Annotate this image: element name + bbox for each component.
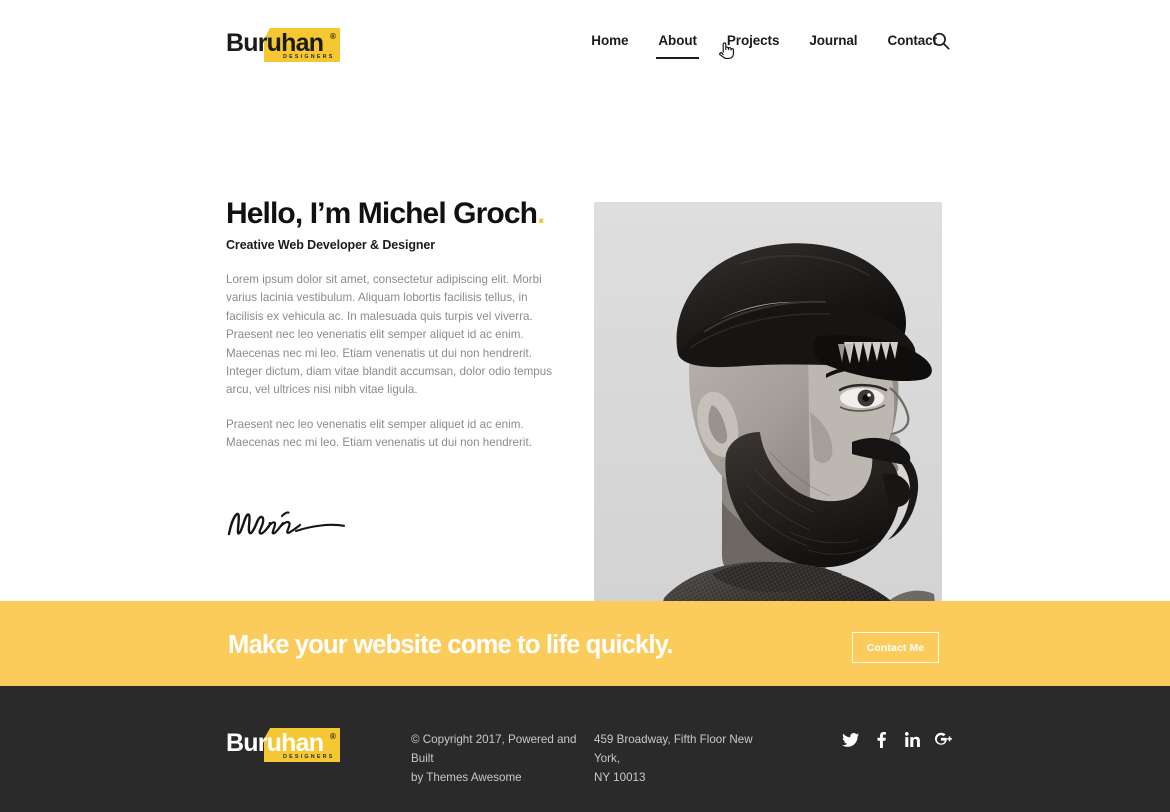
footer-copyright-line-2: by Themes Awesome — [411, 771, 522, 784]
about-paragraph: Lorem ipsum dolor sit amet, consectetur … — [226, 273, 553, 397]
about-section: Hello, I’m Michel Groch. Creative Web De… — [0, 86, 1170, 633]
facebook-icon[interactable] — [873, 730, 890, 749]
footer-copyright-line-1: © Copyright 2017, Powered and Built — [411, 733, 577, 765]
contact-me-button[interactable]: Contact Me — [852, 632, 939, 663]
search-icon[interactable] — [932, 32, 950, 50]
profile-photo — [594, 202, 942, 633]
nav-item-projects[interactable]: Projects — [712, 33, 794, 48]
nav-item-about[interactable]: About — [643, 33, 711, 59]
main-navigation: Home About Projects Journal Contact — [591, 33, 952, 59]
signature-image — [226, 504, 351, 546]
footer-address-line-1: 459 Broadway, Fifth Floor New York, — [594, 733, 753, 765]
logo-wordmark: Buruhan — [226, 29, 324, 57]
footer-logo-wordmark: Buruhan — [226, 729, 324, 757]
footer-social-links — [842, 730, 952, 749]
page-subtitle: Creative Web Developer & Designer — [226, 238, 436, 252]
logo-tagline: DESIGNERS — [283, 54, 335, 60]
footer-address: 459 Broadway, Fifth Floor New York, NY 1… — [594, 730, 769, 787]
cta-headline: Make your website come to life quickly. — [228, 631, 673, 659]
nav-item-journal[interactable]: Journal — [794, 33, 872, 48]
footer-copyright: © Copyright 2017, Powered and Built by T… — [411, 730, 586, 787]
footer-logo-registered-mark: ® — [330, 732, 336, 741]
linkedin-icon[interactable] — [904, 730, 921, 749]
nav-item-home[interactable]: Home — [591, 33, 643, 48]
twitter-icon[interactable] — [842, 730, 859, 749]
about-paragraph: Praesent nec leo venenatis elit semper a… — [226, 417, 532, 450]
site-header: Buruhan ® DESIGNERS Home About Projects … — [0, 0, 1170, 86]
footer-logo-tagline: DESIGNERS — [283, 754, 335, 760]
googleplus-icon[interactable] — [935, 730, 952, 749]
site-logo[interactable]: Buruhan ® DESIGNERS — [226, 28, 340, 62]
logo-registered-mark: ® — [330, 32, 336, 41]
page-root: Buruhan ® DESIGNERS Home About Projects … — [0, 0, 1170, 812]
footer-address-line-2: NY 10013 — [594, 771, 646, 784]
about-text-column: Hello, I’m Michel Groch. Creative Web De… — [226, 196, 566, 453]
page-title-text: Hello, I’m Michel Groch — [226, 197, 538, 230]
page-title-accent-dot: . — [537, 197, 545, 230]
page-title: Hello, I’m Michel Groch. — [226, 196, 566, 232]
footer-logo[interactable]: Buruhan ® DESIGNERS — [226, 728, 340, 762]
cta-banner: Make your website come to life quickly. — [0, 601, 1170, 686]
